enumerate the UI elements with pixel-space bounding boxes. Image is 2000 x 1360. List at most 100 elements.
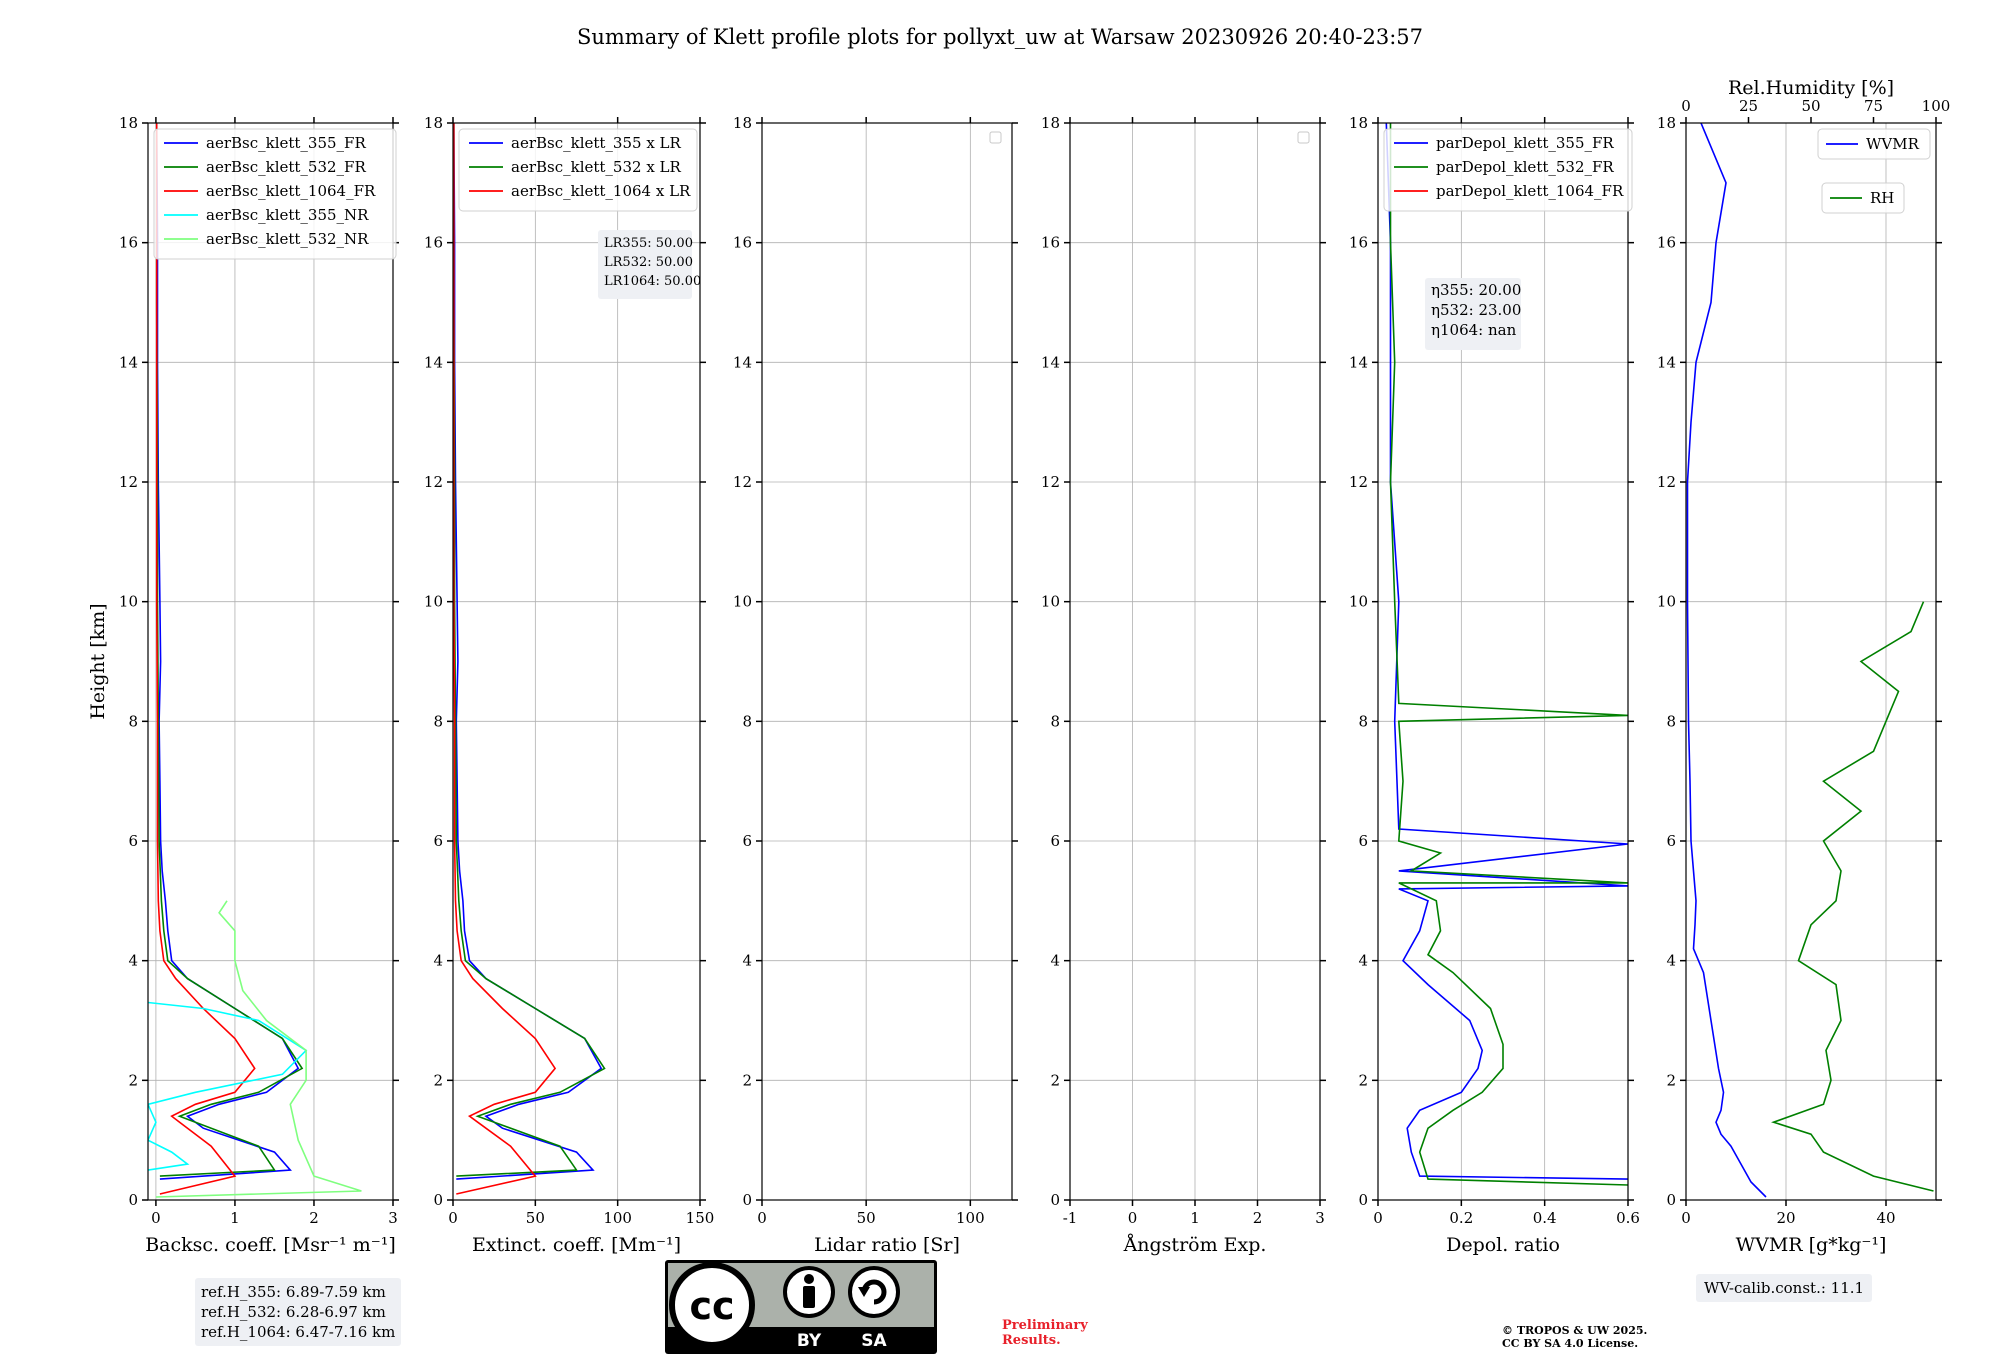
info-line: LR1064: 50.00 [604, 274, 701, 289]
legend: aerBsc_klett_355 x LR aerBsc_klett_532 x … [458, 128, 698, 212]
copyright-line: © TROPOS & UW 2025. [1502, 1324, 1648, 1337]
x2-tick-label: 75 [1864, 97, 1883, 115]
info-line: ref.H_1064: 6.47-7.16 km [201, 1323, 396, 1341]
copyright-note: © TROPOS & UW 2025. CC BY SA 4.0 License… [1502, 1324, 1647, 1350]
info-line: ref.H_355: 6.89-7.59 km [201, 1283, 386, 1301]
panel-water_vapor: 0 2 4 6 8 10 12 14 16 18 0 20 40 0 25 50 75 100 Rel.Humidi… [1657, 77, 1950, 1256]
x-tick-label: 0 [1681, 1209, 1691, 1227]
y-tick-label: 6 [433, 832, 443, 850]
y-tick-label: 14 [1657, 353, 1676, 371]
x-axis-label: Backsc. coeff. [Msr⁻¹ m⁻¹] [145, 1234, 396, 1256]
y-tick-label: 14 [733, 353, 752, 371]
panel-depolarization: 0 2 4 6 8 10 12 14 16 18 0 0.2 0.4 0.6 Depol. ratio par… [1349, 114, 1640, 1256]
legend-wvmr: WVMR [1817, 128, 1931, 160]
y-tick-label: 16 [1657, 234, 1676, 252]
cc-glyph: cc [689, 1284, 734, 1328]
empty-legend [989, 131, 1002, 144]
preliminary-note: Preliminary Results. [1002, 1318, 1088, 1348]
x2-tick-label: 25 [1739, 97, 1758, 115]
y-tick-label: 16 [733, 234, 752, 252]
y-tick-label: 10 [424, 593, 443, 611]
x-tick-label: 50 [857, 1209, 876, 1227]
y-tick-label: 6 [1050, 832, 1060, 850]
y-tick-label: 14 [1349, 353, 1368, 371]
y-tick-label: 8 [1358, 712, 1368, 730]
wv-calib-box: WV-calib.const.: 11.1 [1696, 1274, 1873, 1302]
y-tick-label: 4 [1666, 952, 1676, 970]
info-box: LR355: 50.00 LR532: 50.00 LR1064: 50.00 [598, 230, 701, 299]
legend-entry: parDepol_klett_355_FR [1436, 134, 1614, 152]
y-tick-label: 0 [1666, 1191, 1676, 1209]
y-tick-label: 14 [424, 353, 443, 371]
preliminary-line: Results. [1002, 1333, 1061, 1348]
legend-rh: RH [1821, 182, 1905, 214]
axes-frame [147, 122, 394, 1201]
x-tick-label: 1 [230, 1209, 240, 1227]
y-tick-label: 8 [433, 712, 443, 730]
y-tick-label: 16 [1349, 234, 1368, 252]
series-line [1771, 601, 1934, 1192]
info-line: η1064: nan [1431, 321, 1517, 339]
legend-entry: aerBsc_klett_532 x LR [511, 158, 682, 176]
y-tick-label: 10 [1657, 593, 1676, 611]
info-line: LR355: 50.00 [604, 236, 693, 251]
series-group [148, 123, 362, 1198]
x-tick-label: 0.6 [1616, 1209, 1640, 1227]
y-tick-label: 12 [733, 473, 752, 491]
y-tick-label: 6 [742, 832, 752, 850]
preliminary-line: Preliminary [1002, 1318, 1088, 1333]
x-tick-label: 1 [1190, 1209, 1200, 1227]
cc-license-logo[interactable]: cc BY SA [664, 1259, 938, 1355]
y-tick-label: 2 [1050, 1071, 1060, 1089]
y-tick-label: 2 [128, 1071, 138, 1089]
series-group [1686, 123, 1934, 1198]
y-tick-label: 0 [1050, 1191, 1060, 1209]
y-tick-label: 18 [424, 114, 443, 132]
legend-entry: WVMR [1866, 135, 1920, 153]
y-tick-label: 10 [1349, 593, 1368, 611]
y-tick-label: 10 [1041, 593, 1060, 611]
x-tick-label: 0 [448, 1209, 458, 1227]
info-line: LR532: 50.00 [604, 255, 693, 270]
y-tick-label: 18 [1349, 114, 1368, 132]
y-tick-label: 18 [1041, 114, 1060, 132]
y-tick-label: 12 [119, 473, 138, 491]
y-tick-label: 16 [119, 234, 138, 252]
x-tick-label: 100 [603, 1209, 632, 1227]
legend-entry: aerBsc_klett_355 x LR [511, 134, 682, 152]
info-line: ref.H_532: 6.28-6.97 km [201, 1303, 386, 1321]
x-tick-label: 2 [309, 1209, 319, 1227]
x2-tick-label: 0 [1681, 97, 1691, 115]
y-tick-label: 18 [733, 114, 752, 132]
panel-extinction: 0 2 4 6 8 10 12 14 16 18 0 50 100 150 Extinct. coeff. … [424, 114, 714, 1256]
y-tick-label: 6 [1358, 832, 1368, 850]
y-tick-label: 8 [128, 712, 138, 730]
series-line [155, 123, 300, 1180]
y-tick-label: 8 [1050, 712, 1060, 730]
y-tick-label: 6 [128, 832, 138, 850]
legend-entry: aerBsc_klett_1064 x LR [511, 182, 691, 200]
x-axis-label: Depol. ratio [1446, 1234, 1560, 1256]
series-line [155, 123, 304, 1177]
x-axis-label: Extinct. coeff. [Mm⁻¹] [472, 1234, 681, 1256]
y-tick-label: 4 [128, 952, 138, 970]
legend-entry: parDepol_klett_1064_FR [1436, 182, 1624, 200]
x-tick-label: 0.4 [1533, 1209, 1557, 1227]
x-tick-label: 0 [151, 1209, 161, 1227]
bsc-info-box: ref.H_355: 6.89-7.59 km ref.H_532: 6.28-… [195, 1278, 402, 1346]
x-axis-label: WVMR [g*kg⁻¹] [1736, 1234, 1887, 1256]
info-box: η355: 20.00 η532: 23.00 η1064: nan [1425, 278, 1521, 350]
y-tick-label: 4 [433, 952, 443, 970]
figure: Summary of Klett profile plots for polly… [87, 25, 1950, 1256]
y-tick-label: 4 [1050, 952, 1060, 970]
x-tick-label: 3 [388, 1209, 398, 1227]
x-axis-label: Ångström Exp. [1123, 1234, 1267, 1256]
y-tick-label: 18 [1657, 114, 1676, 132]
series-line [1686, 123, 1767, 1198]
y-tick-label: 2 [433, 1071, 443, 1089]
y-tick-label: 16 [424, 234, 443, 252]
y-tick-label: 14 [1041, 353, 1060, 371]
x-tick-label: -1 [1063, 1209, 1078, 1227]
x-tick-label: 50 [526, 1209, 545, 1227]
y-tick-label: 10 [733, 593, 752, 611]
